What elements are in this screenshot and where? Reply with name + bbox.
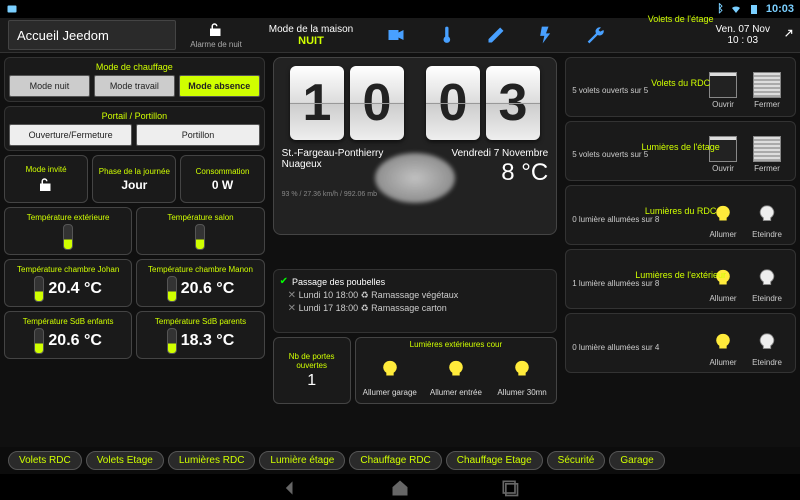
nav-volets-etage[interactable]: Volets Etage <box>86 451 164 470</box>
status-row: Mode invité Phase de la journée Jour Con… <box>4 155 265 203</box>
small-gate-button[interactable]: Portillon <box>136 124 259 146</box>
thermometer-icon <box>63 224 73 250</box>
shutter-closed-icon <box>753 72 781 98</box>
temp-outside-tile: Température extérieure <box>4 207 132 255</box>
thermometer-icon[interactable] <box>436 25 456 45</box>
bulb-on-icon <box>511 357 533 383</box>
home-icon[interactable] <box>390 478 410 498</box>
day-phase-tile: Phase de la journée Jour <box>92 155 176 203</box>
bulb-off-icon <box>756 266 778 292</box>
statusbar-time: 10:03 <box>766 3 794 15</box>
lights-court-panel: Lumières extérieures cour Allumer garage… <box>355 337 558 404</box>
mode-travail-button[interactable]: Mode travail <box>94 75 175 97</box>
doors-open-tile: Nb de portes ouvertes 1 <box>273 337 351 404</box>
mode-absence-button[interactable]: Mode absence <box>179 75 260 97</box>
weather-temp: 8 °C <box>451 159 548 187</box>
thermometer-icon <box>34 328 44 354</box>
guest-mode-tile[interactable]: Mode invité <box>4 155 88 203</box>
bluetooth-icon: ᛒ <box>717 3 724 15</box>
shutter-open-icon <box>709 72 737 98</box>
weather-location: St.-Fargeau-Ponthierry <box>282 148 384 159</box>
thermometer-icon <box>167 328 177 354</box>
bullet-icon: ✕ <box>288 290 296 301</box>
cloud-icon <box>375 153 455 203</box>
on-button[interactable]: Allumer <box>701 328 745 367</box>
gate-panel: Portail / Portillon Ouverture/Fermeture … <box>4 106 265 151</box>
thermometer-icon <box>34 276 44 302</box>
alarm-indicator[interactable]: Alarme de nuit <box>176 21 256 49</box>
right-column: Volets de l'étage 5 volets ouverts sur 5… <box>561 53 800 447</box>
shutter-closed-icon <box>753 136 781 162</box>
mode-nuit-button[interactable]: Mode nuit <box>9 75 90 97</box>
close-button[interactable]: Fermer <box>745 72 789 109</box>
temp-manon-tile: Température chambre Manon 20.6 °C <box>136 259 264 307</box>
clock-weather-widget[interactable]: 1 0 0 3 St.-Fargeau-Ponthierry Nuageux V… <box>273 57 558 235</box>
dashboard: Mode de chauffage Mode nuit Mode travail… <box>0 53 800 447</box>
heating-mode-panel: Mode de chauffage Mode nuit Mode travail… <box>4 57 265 102</box>
off-button[interactable]: Eteindre <box>745 328 789 367</box>
clock-digit: 0 <box>426 66 480 140</box>
weather-date: Vendredi 7 Novembre <box>451 148 548 159</box>
back-icon[interactable] <box>280 478 300 498</box>
off-button[interactable]: Eteindre <box>745 264 789 303</box>
gate-open-close-button[interactable]: Ouverture/Fermeture <box>9 124 132 146</box>
bulb-on-icon <box>379 357 401 383</box>
unlock-icon <box>207 21 225 39</box>
bolt-icon[interactable] <box>536 25 556 45</box>
temp-sdb-enfants-tile: Température SdB enfants 20.6 °C <box>4 311 132 359</box>
bulb-off-icon <box>756 202 778 228</box>
nav-garage[interactable]: Garage <box>609 451 664 470</box>
thermometer-icon <box>167 276 177 302</box>
nav-volets-rdc[interactable]: Volets RDC <box>8 451 82 470</box>
nav-lumieres-rdc[interactable]: Lumières RDC <box>168 451 256 470</box>
house-mode-indicator: Mode de la maison NUIT <box>256 24 366 47</box>
lights-ext-panel: Lumières de l'extérieur 0 lumière allumé… <box>565 313 796 373</box>
header-datetime: Ven. 07 Nov 10 : 03 <box>716 24 770 46</box>
middle-column: 1 0 0 3 St.-Fargeau-Ponthierry Nuageux V… <box>269 53 562 447</box>
weather-desc: Nuageux <box>282 159 384 170</box>
light-garage-button[interactable]: Allumer garage <box>358 351 422 401</box>
trash-panel: ✔Passage des poubelles ✕ Lundi 10 18:00 … <box>273 269 558 333</box>
bulb-off-icon <box>756 330 778 356</box>
clock-digit: 1 <box>290 66 344 140</box>
bottom-nav: Volets RDC Volets Etage Lumières RDC Lum… <box>0 447 800 474</box>
gallery-icon <box>6 3 18 15</box>
temp-sdb-parents-tile: Température SdB parents 18.3 °C <box>136 311 264 359</box>
light-30mn-button[interactable]: Allumer 30mn <box>490 351 554 401</box>
temp-salon-tile: Température salon <box>136 207 264 255</box>
share-icon[interactable] <box>780 28 794 42</box>
nav-securite[interactable]: Sécurité <box>547 451 606 470</box>
clock-digit: 0 <box>350 66 404 140</box>
edit-icon[interactable] <box>486 25 506 45</box>
android-navbar <box>0 474 800 500</box>
check-icon: ✔ <box>280 276 288 287</box>
nav-chauffage-rdc[interactable]: Chauffage RDC <box>349 451 441 470</box>
left-column: Mode de chauffage Mode nuit Mode travail… <box>0 53 269 447</box>
bulb-on-icon <box>712 330 734 356</box>
unlock-icon <box>37 176 55 194</box>
wrench-icon[interactable] <box>586 25 606 45</box>
thermometer-icon <box>195 224 205 250</box>
bulb-on-icon <box>445 357 467 383</box>
consumption-tile: Consommation 0 W <box>180 155 264 203</box>
close-button[interactable]: Fermer <box>745 136 789 173</box>
nav-chauffage-etage[interactable]: Chauffage Etage <box>446 451 543 470</box>
wifi-icon <box>730 3 742 15</box>
clock-digit: 3 <box>486 66 540 140</box>
home-button[interactable]: Accueil Jeedom <box>8 20 176 50</box>
bullet-icon: ✕ <box>288 303 296 314</box>
nav-lumiere-etage[interactable]: Lumière étage <box>259 451 345 470</box>
recent-icon[interactable] <box>500 478 520 498</box>
off-button[interactable]: Eteindre <box>745 200 789 239</box>
battery-icon <box>748 3 760 15</box>
light-entree-button[interactable]: Allumer entrée <box>424 351 488 401</box>
temp-johan-tile: Température chambre Johan 20.4 °C <box>4 259 132 307</box>
camera-icon[interactable] <box>386 25 406 45</box>
